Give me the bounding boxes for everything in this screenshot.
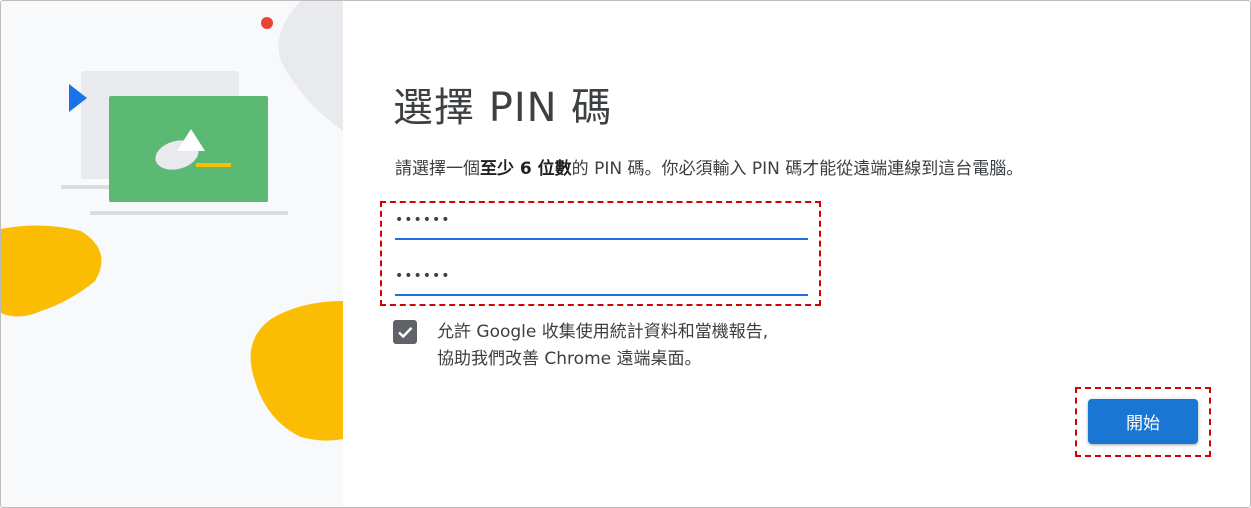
instructions-part-1: 請選擇一個 bbox=[395, 159, 480, 179]
pin-input[interactable] bbox=[395, 202, 808, 240]
consent-line-1: 允許 Google 收集使用統計資料和當機報告, bbox=[437, 322, 769, 342]
consent-label: 允許 Google 收集使用統計資料和當機報告, 協助我們改善 Chrome 遠… bbox=[437, 319, 768, 373]
illustration-panel bbox=[1, 1, 343, 507]
remote-desktop-illustration bbox=[1, 1, 343, 441]
yellow-blob-left bbox=[1, 225, 102, 317]
confirm-pin-input[interactable] bbox=[395, 258, 808, 296]
laptop-base bbox=[90, 211, 288, 215]
consent-line-2: 協助我們改善 Chrome 遠端桌面。 bbox=[437, 349, 702, 369]
instructions-bold: 至少 6 位數 bbox=[480, 159, 572, 179]
usage-stats-checkbox[interactable] bbox=[393, 320, 417, 344]
page-title: 選擇 PIN 碼 bbox=[393, 85, 613, 131]
grey-corner-shape bbox=[278, 1, 343, 131]
dialog-window: 選擇 PIN 碼 請選擇一個至少 6 位數的 PIN 碼。你必須輸入 PIN 碼… bbox=[0, 0, 1251, 508]
screen-underline bbox=[196, 163, 231, 167]
red-dot bbox=[261, 17, 273, 29]
start-button[interactable]: 開始 bbox=[1088, 399, 1198, 444]
yellow-blob-right bbox=[250, 301, 343, 441]
instructions-part-2: 的 PIN 碼。你必須輸入 PIN 碼才能從遠端連線到這台電腦。 bbox=[571, 159, 1024, 179]
pin-instructions: 請選擇一個至少 6 位數的 PIN 碼。你必須輸入 PIN 碼才能從遠端連線到這… bbox=[395, 154, 1023, 179]
check-icon bbox=[398, 326, 413, 339]
